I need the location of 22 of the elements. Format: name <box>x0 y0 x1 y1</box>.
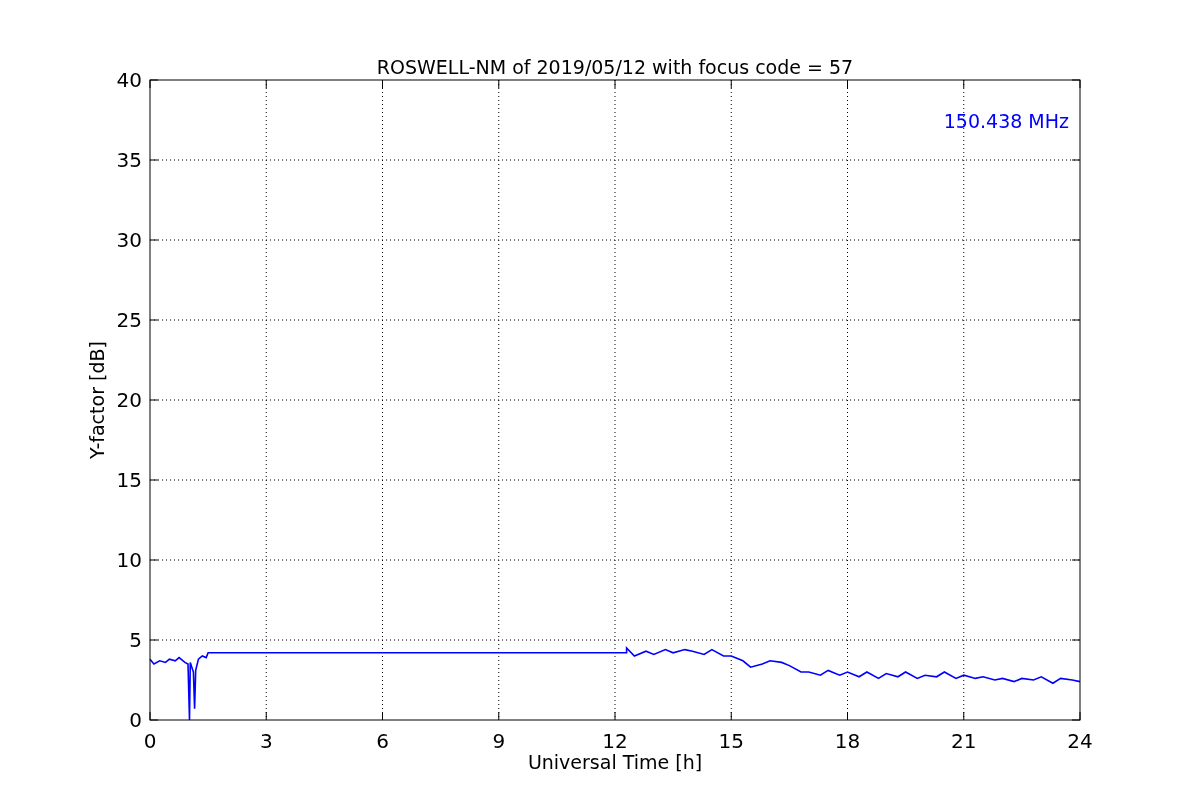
y-axis-label: Y-factor [dB] <box>86 341 108 459</box>
tick-label: 15 <box>116 468 142 492</box>
x-axis-label: Universal Time [h] <box>527 751 703 773</box>
tick-label: 24 <box>1067 729 1093 753</box>
tick-label: 3 <box>259 729 273 753</box>
tick-label: 35 <box>116 148 142 172</box>
tick-label: 12 <box>602 729 628 753</box>
tick-label: 25 <box>116 308 142 332</box>
tick-label: 15 <box>718 729 744 753</box>
tick-label: 0 <box>129 708 142 732</box>
chart-title: ROSWELL-NM of 2019/05/12 with focus code = 57 <box>376 56 854 78</box>
tick-label: 6 <box>376 729 389 753</box>
tick-label: 20 <box>116 388 142 412</box>
series-label: 150.438 MHz <box>943 110 1069 132</box>
tick-label: 21 <box>951 729 977 753</box>
tick-label: 10 <box>116 548 142 572</box>
tick-label: 40 <box>116 68 142 92</box>
tick-label: 18 <box>834 729 861 753</box>
tick-label: 30 <box>116 228 142 252</box>
tick-label: 9 <box>492 729 506 753</box>
tick-label: 5 <box>129 628 142 652</box>
tick-label: 0 <box>143 729 157 753</box>
